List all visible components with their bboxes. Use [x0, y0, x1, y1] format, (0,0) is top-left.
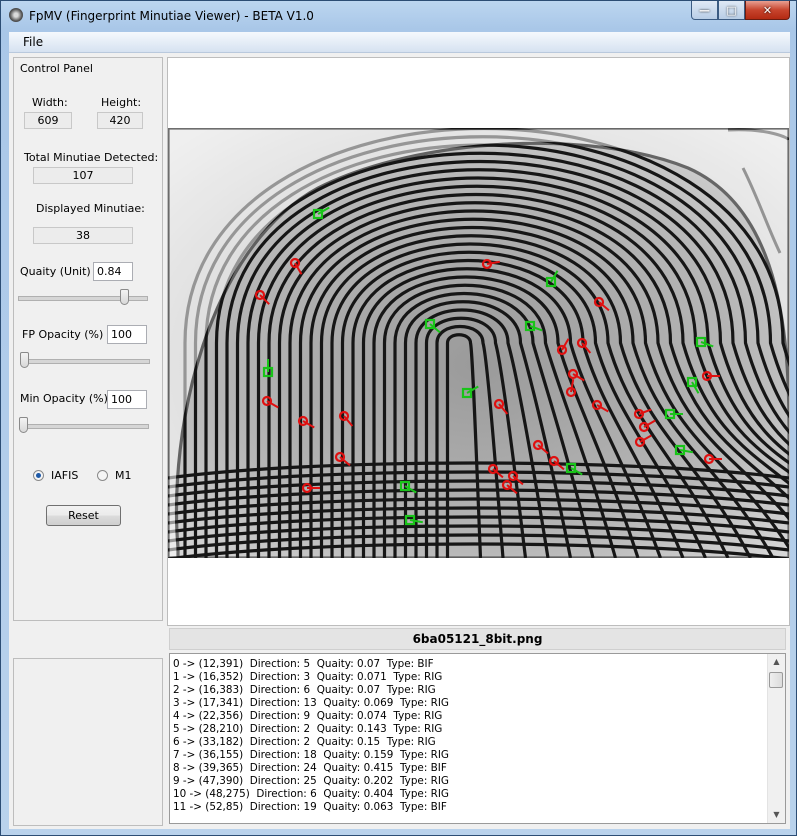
list-scrollbar[interactable]: ▲ ▼: [767, 654, 785, 823]
minimize-icon: —: [699, 3, 710, 17]
minutiae-list-row[interactable]: 3 -> (17,341) Direction: 13 Quaity: 0.06…: [173, 697, 763, 710]
fp-opacity-slider[interactable]: [20, 350, 150, 370]
width-value: 609: [24, 112, 72, 129]
minutiae-list-row[interactable]: 8 -> (39,365) Direction: 24 Quaity: 0.41…: [173, 762, 763, 775]
minutiae-list-row[interactable]: 11 -> (52,85) Direction: 19 Quaity: 0.06…: [173, 801, 763, 814]
radio-iafis-label[interactable]: IAFIS: [51, 469, 78, 482]
bottom-left-panel: [13, 658, 163, 826]
minutiae-list-row[interactable]: 4 -> (22,356) Direction: 9 Quaity: 0.074…: [173, 710, 763, 723]
height-label: Height:: [101, 96, 142, 109]
fp-opacity-input[interactable]: 100: [107, 325, 147, 344]
radio-m1[interactable]: [97, 470, 108, 481]
fingerprint-app-icon: [9, 8, 23, 22]
min-opacity-label: Min Opacity (%) >: [20, 392, 121, 405]
radio-iafis[interactable]: [33, 470, 44, 481]
fingerprint-image: [168, 128, 789, 558]
minutiae-list-row[interactable]: 10 -> (48,275) Direction: 6 Quaity: 0.40…: [173, 788, 763, 801]
window-controls: — □ ✕: [691, 1, 790, 21]
minutiae-list-row[interactable]: 5 -> (28,210) Direction: 2 Quaity: 0.143…: [173, 723, 763, 736]
quality-label: Quaity (Unit) >: [20, 265, 104, 278]
minutiae-list-row[interactable]: 0 -> (12,391) Direction: 5 Quaity: 0.07 …: [173, 658, 763, 671]
fp-opacity-slider-thumb[interactable]: [20, 352, 29, 368]
control-panel-title: Control Panel: [20, 62, 93, 75]
minutiae-list-row[interactable]: 1 -> (16,352) Direction: 3 Quaity: 0.071…: [173, 671, 763, 684]
scroll-up-arrow-icon[interactable]: ▲: [768, 654, 785, 670]
menu-bar: File: [9, 32, 790, 53]
fp-opacity-slider-track: [20, 359, 150, 364]
app-window: FpMV (Fingerprint Minutiae Viewer) - BET…: [0, 0, 797, 836]
total-minutiae-label: Total Minutiae Detected:: [24, 151, 159, 164]
min-opacity-slider[interactable]: [19, 415, 149, 435]
width-label: Width:: [32, 96, 68, 109]
radio-m1-label[interactable]: M1: [115, 469, 132, 482]
min-opacity-slider-track: [19, 424, 149, 429]
image-filename: 6ba05121_8bit.png: [169, 628, 786, 650]
height-value: 420: [97, 112, 143, 129]
fp-opacity-label: FP Opacity (%) >: [22, 328, 117, 341]
total-minutiae-value: 107: [33, 167, 133, 184]
fingerprint-view[interactable]: [167, 57, 790, 626]
control-panel: Control Panel Width: Height: 609 420 Tot…: [13, 57, 163, 621]
scroll-thumb[interactable]: [769, 672, 783, 688]
quality-slider-thumb[interactable]: [120, 289, 129, 305]
displayed-minutiae-label: Displayed Minutiae:: [36, 202, 145, 215]
close-button[interactable]: ✕: [745, 1, 790, 20]
displayed-minutiae-value: 38: [33, 227, 133, 244]
maximize-button[interactable]: □: [718, 1, 745, 20]
maximize-icon: □: [726, 3, 737, 17]
reset-button[interactable]: Reset: [46, 505, 121, 526]
quality-slider[interactable]: [18, 287, 148, 307]
minutiae-list-row[interactable]: 2 -> (16,383) Direction: 6 Quaity: 0.07 …: [173, 684, 763, 697]
min-opacity-input[interactable]: 100: [107, 390, 147, 409]
scroll-down-arrow-icon[interactable]: ▼: [768, 807, 785, 823]
min-opacity-slider-thumb[interactable]: [19, 417, 28, 433]
minutiae-list[interactable]: 0 -> (12,391) Direction: 5 Quaity: 0.07 …: [169, 653, 786, 824]
minutiae-list-row[interactable]: 7 -> (36,155) Direction: 18 Quaity: 0.15…: [173, 749, 763, 762]
close-icon: ✕: [762, 3, 773, 17]
minimize-button[interactable]: —: [691, 1, 718, 20]
minutiae-list-row[interactable]: 6 -> (33,182) Direction: 2 Quaity: 0.15 …: [173, 736, 763, 749]
minutiae-list-rows: 0 -> (12,391) Direction: 5 Quaity: 0.07 …: [173, 658, 763, 814]
client-area: Control Panel Width: Height: 609 420 Tot…: [9, 53, 790, 829]
title-bar[interactable]: FpMV (Fingerprint Minutiae Viewer) - BET…: [1, 1, 796, 31]
quality-input[interactable]: 0.84: [93, 262, 133, 281]
minutiae-list-row[interactable]: 9 -> (47,390) Direction: 25 Quaity: 0.20…: [173, 775, 763, 788]
menu-file[interactable]: File: [23, 35, 43, 49]
window-title: FpMV (Fingerprint Minutiae Viewer) - BET…: [29, 9, 314, 23]
